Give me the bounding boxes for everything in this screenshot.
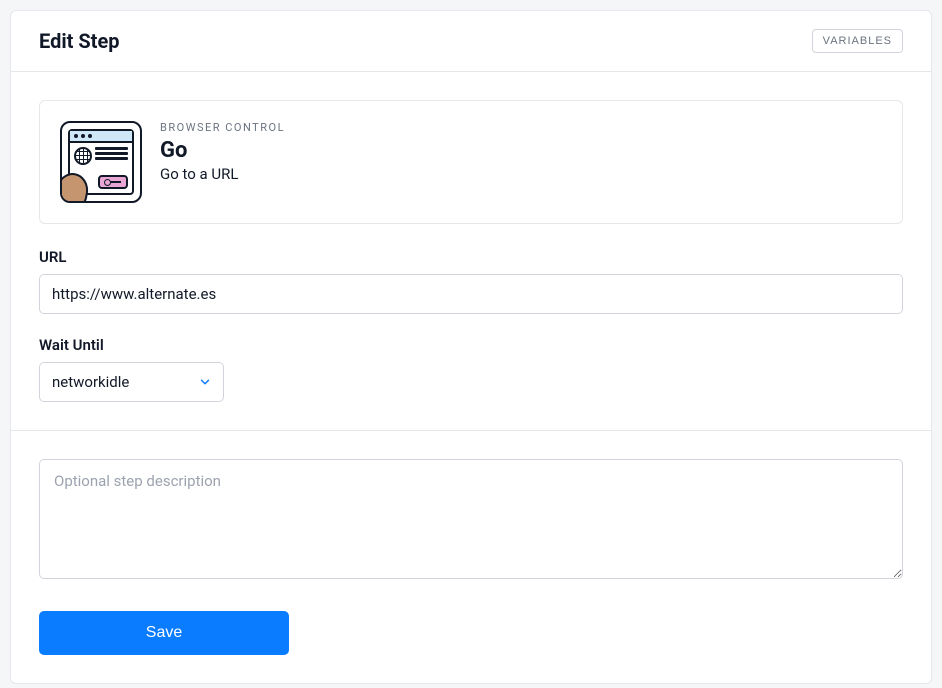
step-summary-card: BROWSER CONTROL Go Go to a URL — [39, 100, 903, 224]
step-category: BROWSER CONTROL — [160, 121, 285, 134]
save-button[interactable]: Save — [39, 611, 289, 655]
url-input[interactable] — [39, 274, 903, 314]
panel-body: BROWSER CONTROL Go Go to a URL URL Wait … — [11, 72, 931, 431]
page-title: Edit Step — [39, 29, 120, 53]
step-name: Go — [160, 138, 285, 163]
description-textarea[interactable] — [39, 459, 903, 579]
step-info: BROWSER CONTROL Go Go to a URL — [160, 121, 285, 183]
variables-button[interactable]: VARIABLES — [812, 29, 903, 53]
wait-until-select[interactable]: networkidle — [39, 362, 224, 402]
edit-step-panel: Edit Step VARIABLES — [10, 10, 932, 684]
url-field: URL — [39, 248, 903, 314]
panel-footer: Save — [11, 431, 931, 683]
wait-until-field: Wait Until networkidle — [39, 336, 903, 402]
wait-until-label: Wait Until — [39, 336, 903, 354]
browser-go-icon — [60, 121, 142, 203]
panel-header: Edit Step VARIABLES — [11, 11, 931, 72]
url-label: URL — [39, 248, 903, 266]
step-description: Go to a URL — [160, 165, 285, 183]
